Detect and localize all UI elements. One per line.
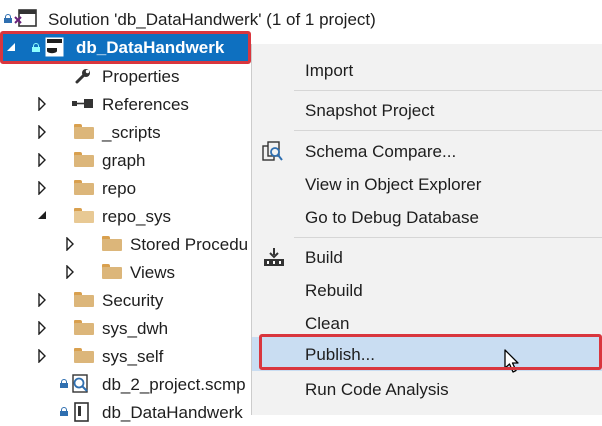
menu-item-run-code-analysis[interactable]: Run Code Analysis [252,373,602,406]
schema-compare-file-icon [72,374,88,393]
tree-item-graph[interactable]: graph [0,146,251,174]
menu-item-label: Import [305,61,354,80]
collapsed-arrow-icon[interactable] [37,321,47,335]
open-folder-icon [74,208,94,223]
collapsed-arrow-icon[interactable] [37,349,47,363]
collapsed-arrow-icon[interactable] [65,265,75,279]
tree-item-repo[interactable]: repo [0,174,251,202]
menu-separator [294,237,602,238]
tree-item-sys-self[interactable]: sys_self [0,342,251,370]
folder-icon [74,180,94,195]
expanded-arrow-icon[interactable] [37,210,47,220]
tree-item-label: repo [102,179,137,198]
menu-item-rebuild[interactable]: Rebuild [252,274,602,307]
folder-icon [74,320,94,335]
folder-icon [74,152,94,167]
menu-item-label: Snapshot Project [305,101,435,120]
collapsed-arrow-icon[interactable] [37,125,47,139]
tree-item-label: Properties [102,67,180,86]
tree-item-references[interactable]: References [0,90,251,118]
project-file-icon [74,402,89,422]
menu-item-view-in-object-explorer[interactable]: View in Object Explorer [252,168,602,201]
tree-item-label: References [102,95,189,114]
menu-separator [294,130,602,131]
menu-separator [294,90,602,91]
annotation-highlight-publish [259,334,602,370]
tree-item-label: db_2_project.scmp [102,375,246,394]
tree-item-sys-dwh[interactable]: sys_dwh [0,314,251,342]
menu-item-label: Run Code Analysis [305,380,449,399]
collapsed-arrow-icon[interactable] [65,237,75,251]
tree-item-label: db_DataHandwerk [102,403,243,422]
wrench-icon [75,69,90,84]
tree-item-label: repo_sys [102,207,171,226]
tree-item-repo-sys[interactable]: repo_sys [0,202,251,230]
tree-item-label: _scripts [102,123,161,142]
tree-item-project-file[interactable]: db_DataHandwerk [0,398,251,426]
tree-item-label: Security [102,291,164,310]
annotation-highlight-project [0,31,251,64]
references-icon [72,99,93,108]
tree-item-label: graph [102,151,146,170]
folder-icon [74,124,94,139]
folder-icon [74,292,94,307]
menu-item-schema-compare[interactable]: Schema Compare... [252,135,602,168]
solution-title: Solution 'db_DataHandwerk' (1 of 1 proje… [48,10,376,29]
collapsed-arrow-icon[interactable] [37,153,47,167]
tree-item-label: Views [130,263,176,282]
menu-item-label: Schema Compare... [305,142,457,161]
collapsed-arrow-icon[interactable] [37,293,47,307]
menu-item-label: Clean [305,314,350,333]
schema-compare-icon [262,141,283,161]
menu-item-label: Go to Debug Database [305,208,479,227]
tree-item-scmp-file[interactable]: db_2_project.scmp [0,370,251,398]
menu-item-label: View in Object Explorer [305,175,482,194]
tree-item-views[interactable]: Views [0,258,251,286]
collapsed-arrow-icon[interactable] [37,181,47,195]
menu-item-snapshot-project[interactable]: Snapshot Project [252,94,602,127]
menu-item-label: Build [305,248,343,267]
menu-item-import[interactable]: Import [252,54,602,87]
folder-icon [102,264,122,279]
solution-icon [14,9,37,27]
tree-item-stored-procedures[interactable]: Stored Procedu [0,230,251,258]
build-icon [264,248,284,266]
solution-row[interactable]: Solution 'db_DataHandwerk' (1 of 1 proje… [0,5,602,33]
lock-icon [4,14,12,23]
tree-item-label: sys_dwh [102,319,169,338]
folder-icon [102,236,122,251]
menu-item-build[interactable]: Build [252,241,602,274]
menu-item-go-to-debug-database[interactable]: Go to Debug Database [252,201,602,234]
tree-item-properties[interactable]: Properties [0,62,251,90]
collapsed-arrow-icon[interactable] [37,97,47,111]
menu-item-label: Rebuild [305,281,363,300]
folder-icon [74,348,94,363]
tree-item-scripts[interactable]: _scripts [0,118,251,146]
lock-icon [60,379,68,388]
lock-icon [60,407,68,416]
tree-item-label: sys_self [102,347,164,366]
tree-item-label: Stored Procedu [130,235,249,254]
tree-item-security[interactable]: Security [0,286,251,314]
